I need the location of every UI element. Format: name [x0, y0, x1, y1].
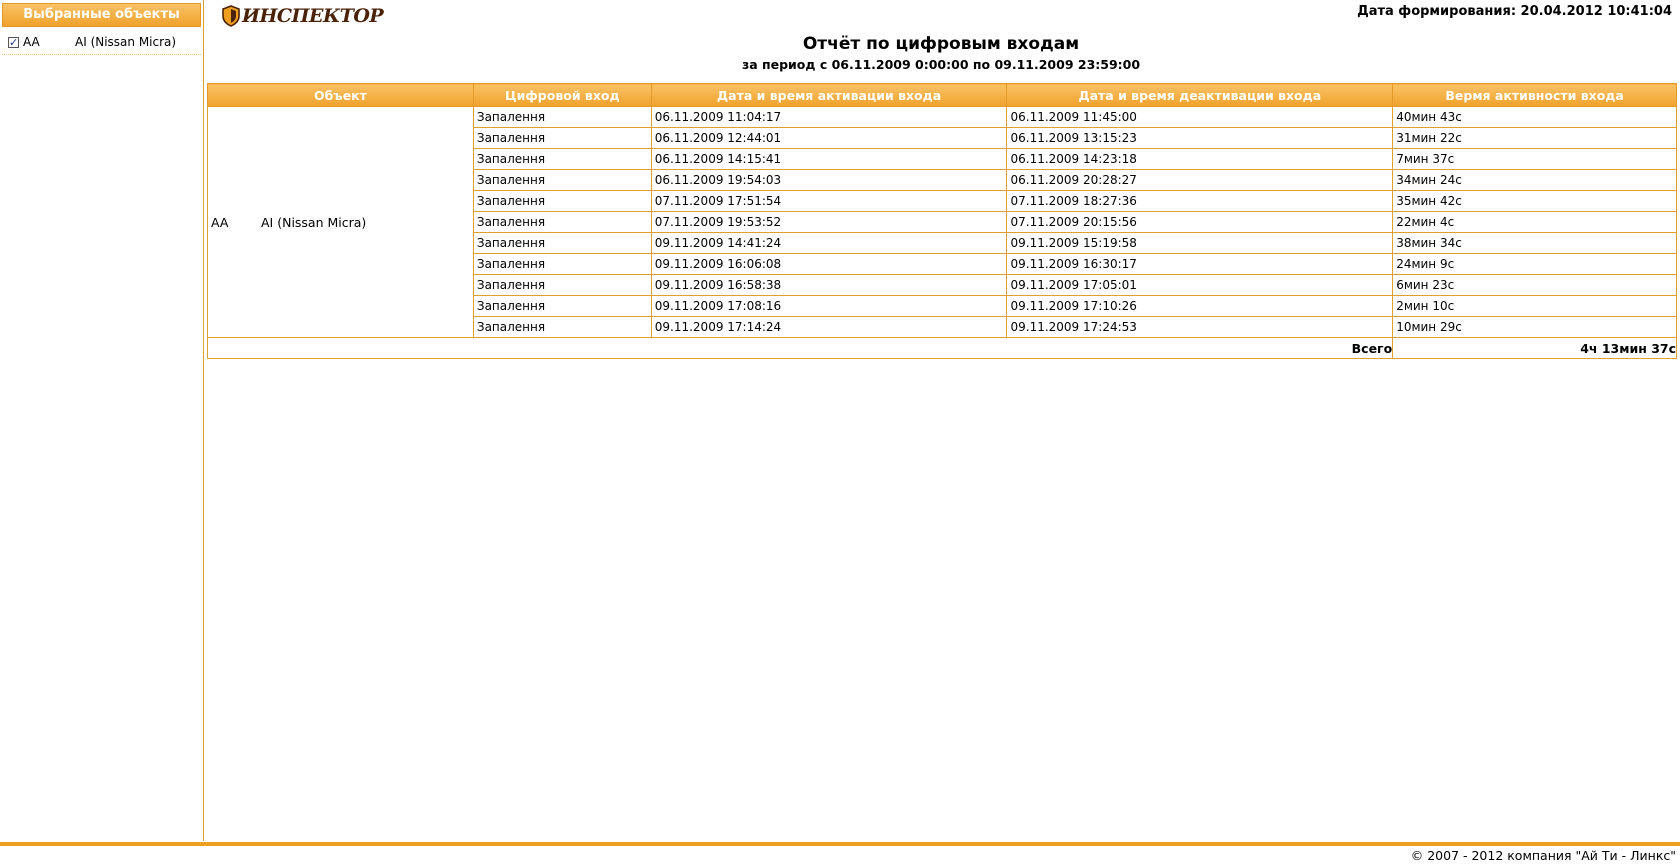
cell-input: Запалення: [472, 106, 652, 128]
cell-activated: 09.11.2009 14:41:24: [650, 232, 1008, 254]
generation-date: Дата формирования: 20.04.2012 10:41:04: [1357, 4, 1672, 19]
report-area: ИНСПЕКТОР Дата формирования: 20.04.2012 …: [206, 0, 1678, 841]
cell-activated: 07.11.2009 17:51:54: [650, 190, 1008, 212]
cell-activated: 09.11.2009 17:14:24: [650, 316, 1008, 338]
object-code: AA: [23, 35, 40, 49]
col-header-duration: Вермя активности входа: [1392, 83, 1677, 107]
cell-deactivated: 06.11.2009 20:28:27: [1006, 169, 1394, 191]
cell-deactivated: 09.11.2009 16:30:17: [1006, 253, 1394, 275]
total-value: 4ч 13мин 37с: [1392, 337, 1677, 359]
cell-input: Запалення: [472, 232, 652, 254]
total-row: Всего 4ч 13мин 37с: [206, 337, 1677, 359]
cell-input: Запалення: [472, 148, 652, 170]
cell-activated: 06.11.2009 11:04:17: [650, 106, 1008, 128]
col-header-object: Объект: [207, 83, 474, 107]
table-header-row: Объект Цифровой вход Дата и время актива…: [207, 83, 1677, 107]
cell-duration: 34мин 24с: [1392, 169, 1677, 191]
sidebar-title: Выбранные объекты: [2, 3, 201, 27]
table-row: AA AI (Nissan Micra) Запалення 06.11.2009 1…: [207, 106, 1677, 338]
cell-activated: 09.11.2009 16:06:08: [650, 253, 1008, 275]
cell-deactivated: 09.11.2009 17:05:01: [1006, 274, 1394, 296]
object-name: AI (Nissan Micra): [75, 35, 177, 49]
footer-copyright: © 2007 - 2012 компания "Ай Ти - Линкс": [1410, 848, 1676, 863]
col-header-deactivation: Дата и время деактивации входа: [1006, 83, 1394, 107]
cell-input: Запалення: [472, 295, 652, 317]
cell-input: Запалення: [472, 190, 652, 212]
cell-input: Запалення: [472, 274, 652, 296]
report-period: за период с 06.11.2009 0:00:00 по 09.11.…: [741, 57, 1141, 72]
col-header-input: Цифровой вход: [472, 83, 652, 107]
cell-deactivated: 09.11.2009 15:19:58: [1006, 232, 1394, 254]
cell-input: Запалення: [472, 316, 652, 338]
cell-duration: 7мин 37с: [1392, 148, 1677, 170]
cell-activated: 06.11.2009 14:15:41: [650, 148, 1008, 170]
cell-duration: 31мин 22с: [1392, 127, 1677, 149]
sidebar-item-object[interactable]: AA AI (Nissan Micra): [8, 33, 203, 52]
cell-input: Запалення: [472, 253, 652, 275]
total-label: Всего: [206, 337, 1394, 359]
cell-activated: 09.11.2009 16:58:38: [650, 274, 1008, 296]
cell-activated: 07.11.2009 19:53:52: [650, 211, 1008, 233]
cell-input: Запалення: [472, 211, 652, 233]
cell-deactivated: 09.11.2009 17:10:26: [1006, 295, 1394, 317]
logo: ИНСПЕКТОР: [222, 4, 384, 28]
cell-deactivated: 09.11.2009 17:24:53: [1006, 316, 1394, 338]
sidebar: Выбранные объекты AA AI (Nissan Micra): [0, 0, 204, 841]
logo-text: ИНСПЕКТОР: [242, 5, 384, 27]
cell-deactivated: 07.11.2009 18:27:36: [1006, 190, 1394, 212]
cell-deactivated: 06.11.2009 14:23:18: [1006, 148, 1394, 170]
report-table: Объект Цифровой вход Дата и время актива…: [206, 83, 1677, 359]
cell-duration: 24мин 9с: [1392, 253, 1677, 275]
cell-deactivated: 06.11.2009 11:45:00: [1006, 106, 1394, 128]
cell-duration: 38мин 34с: [1392, 232, 1677, 254]
cell-activated: 06.11.2009 19:54:03: [650, 169, 1008, 191]
cell-duration: 6мин 23с: [1392, 274, 1677, 296]
page-title: Отчёт по цифровым входам: [802, 34, 1080, 54]
cell-deactivated: 06.11.2009 13:15:23: [1006, 127, 1394, 149]
cell-input: Запалення: [472, 169, 652, 191]
cell-activated: 06.11.2009 12:44:01: [650, 127, 1008, 149]
cell-duration: 2мин 10с: [1392, 295, 1677, 317]
object-cell: AA AI (Nissan Micra): [207, 106, 474, 338]
cell-deactivated: 07.11.2009 20:15:56: [1006, 211, 1394, 233]
cell-duration: 40мин 43с: [1392, 106, 1677, 128]
object-checkbox[interactable]: [8, 34, 19, 52]
object-code: AA: [211, 214, 229, 230]
cell-input: Запалення: [472, 127, 652, 149]
cell-duration: 35мин 42с: [1392, 190, 1677, 212]
cell-duration: 10мин 29с: [1392, 316, 1677, 338]
sidebar-divider: [2, 54, 201, 55]
cell-duration: 22мин 4с: [1392, 211, 1677, 233]
col-header-activation: Дата и время активации входа: [650, 83, 1008, 107]
object-name: AI (Nissan Micra): [261, 214, 367, 230]
cell-activated: 09.11.2009 17:08:16: [650, 295, 1008, 317]
footer-bar: [0, 842, 1680, 846]
shield-icon: [222, 5, 240, 27]
